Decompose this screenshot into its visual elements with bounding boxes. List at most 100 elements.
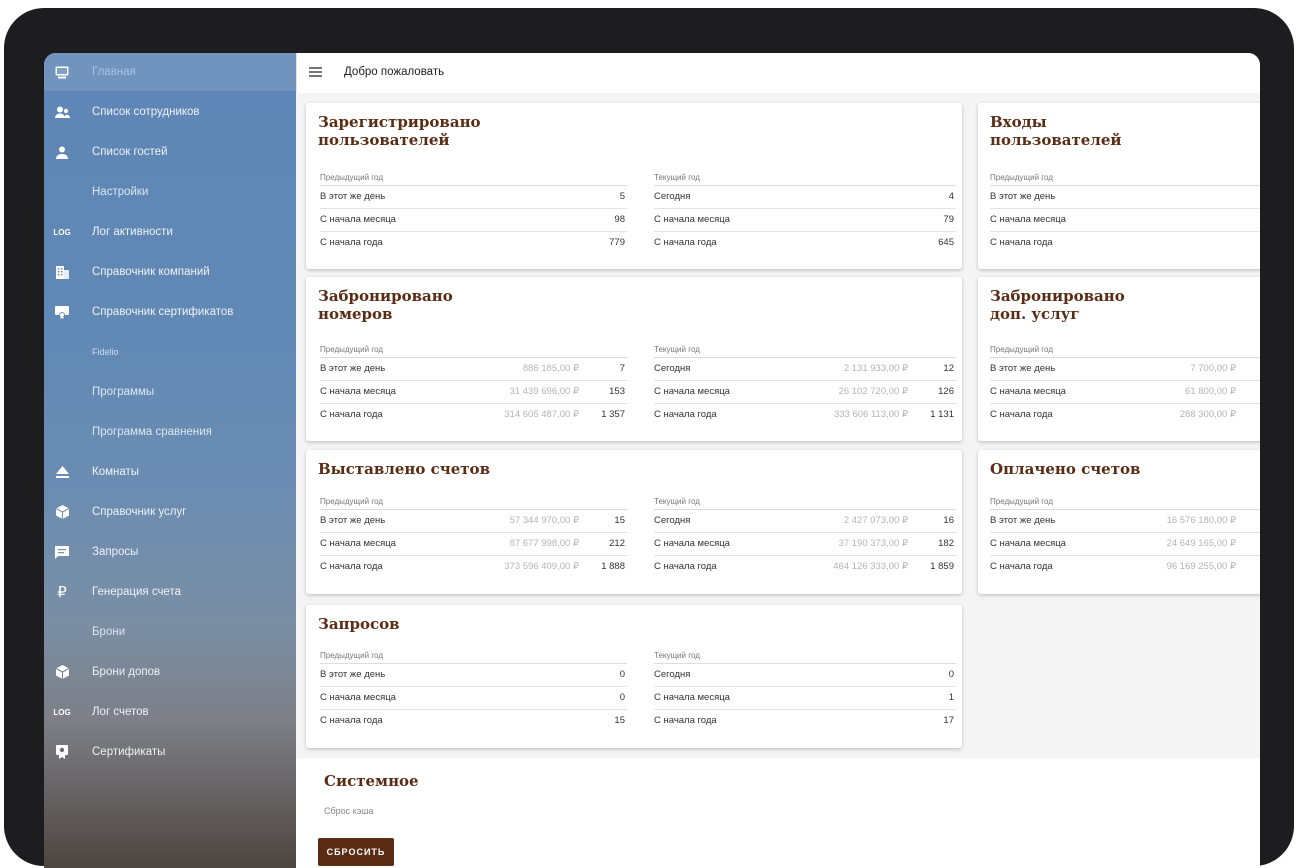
sidebar-item-comparison-program[interactable]: Программа сравнения — [44, 413, 296, 451]
stat-row: С начала года 645 — [654, 232, 956, 254]
stat-row: С начала месяца — [990, 209, 1260, 232]
sidebar-item-label: Список сотрудников — [92, 106, 200, 118]
sidebar-item-rooms[interactable]: Комнаты — [44, 453, 296, 491]
card-title: Зарегистрировано пользователей — [318, 113, 481, 149]
row-count: 182 — [938, 538, 954, 549]
row-count: 212 — [609, 538, 625, 549]
people-icon — [54, 104, 70, 120]
column-header: Предыдущий год — [990, 343, 1260, 358]
row-amount: 16 576 180,00 ₽ — [1166, 515, 1236, 526]
stat-row: С начала года — [990, 232, 1260, 254]
row-count: 1 131 — [930, 409, 954, 420]
menu-icon[interactable] — [309, 67, 322, 77]
stat-row: В этот же день 886 185,00 ₽ 7 — [320, 358, 627, 381]
column-header: Предыдущий год — [320, 649, 627, 664]
sidebar-item-certificates-directory[interactable]: Справочник сертификатов — [44, 293, 296, 331]
reset-cache-button[interactable]: СБРОСИТЬ — [318, 838, 394, 866]
stat-row: С начала года 96 169 255,00 ₽ — [990, 556, 1260, 578]
card-title: Оплачено счетов — [990, 460, 1140, 478]
row-count: 0 — [619, 692, 625, 703]
current-year-column: Текущий год Сегодня 2 427 073,00 ₽ 16 С на… — [654, 495, 956, 578]
invoices-paid-card: Оплачено счетов Предыдущий год В этот же… — [978, 450, 1260, 594]
row-label: С начала месяца — [320, 692, 396, 703]
sidebar-item-services[interactable]: Справочник услуг — [44, 493, 296, 531]
row-label: В этот же день — [990, 363, 1056, 374]
row-label: С начала года — [990, 561, 1053, 572]
log-icon: LOG — [53, 227, 71, 237]
sidebar-item-label: Настройки — [92, 186, 149, 198]
row-count: 98 — [614, 214, 625, 225]
column-header: Предыдущий год — [320, 171, 627, 186]
row-label: С начала месяца — [654, 214, 730, 225]
row-count: 0 — [619, 669, 625, 680]
tablet-frame: Главная Список сотрудников Список гостей… — [4, 8, 1294, 868]
row-count: 16 — [943, 515, 954, 526]
registered-users-card: Зарегистрировано пользователей Предыдущи… — [306, 103, 962, 269]
stat-row: С начала года 17 — [654, 710, 956, 732]
row-label: В этот же день — [320, 515, 386, 526]
sidebar-item-requests[interactable]: Запросы — [44, 533, 296, 571]
row-count: 4 — [948, 191, 954, 202]
row-count: 7 — [619, 363, 625, 374]
sidebar-item-invoice-generation[interactable]: ₽ Генерация счета — [44, 573, 296, 611]
ruble-icon: ₽ — [57, 584, 67, 601]
row-label: С начала месяца — [320, 538, 396, 549]
previous-year-column: Предыдущий год В этот же день 5 С начала … — [320, 171, 627, 254]
cube-icon — [54, 504, 70, 520]
sidebar-item-companies[interactable]: Справочник компаний — [44, 253, 296, 291]
row-label: С начала месяца — [990, 214, 1066, 225]
top-app-bar: Добро пожаловать — [296, 53, 1260, 93]
card-title-line: номеров — [318, 305, 393, 323]
row-count: 1 357 — [601, 409, 625, 420]
sidebar-item-label: Главная — [92, 66, 136, 78]
stat-row: С начала года 333 606 113,00 ₽ 1 131 — [654, 404, 956, 426]
row-count: 1 — [948, 692, 954, 703]
sidebar-item-label: Запросы — [92, 546, 139, 558]
sidebar-item-invoice-log[interactable]: LOG Лог счетов — [44, 693, 296, 731]
sidebar-item-label: Справочник услуг — [92, 506, 187, 518]
sidebar-item-label: Лог счетов — [92, 706, 149, 718]
row-amount: 333 606 113,00 ₽ — [833, 409, 908, 420]
sidebar-item-bookings[interactable]: Брони — [44, 613, 296, 651]
column-header: Предыдущий год — [320, 343, 627, 358]
column-header: Текущий год — [654, 343, 956, 358]
row-count: 1 888 — [601, 561, 625, 572]
row-label: С начала года — [654, 237, 717, 248]
sidebar: Главная Список сотрудников Список гостей… — [44, 53, 296, 868]
sidebar-item-home[interactable]: Главная — [44, 53, 296, 91]
row-label: С начала месяца — [320, 386, 396, 397]
sidebar-item-settings[interactable]: Настройки — [44, 173, 296, 211]
row-count: 779 — [609, 237, 625, 248]
card-title-line: Оплачено счетов — [990, 460, 1141, 478]
sidebar-item-certificates[interactable]: Сертификаты — [44, 733, 296, 771]
row-amount: 7 700,00 ₽ — [1190, 363, 1236, 374]
row-amount: 26 102 720,00 ₽ — [838, 386, 908, 397]
row-amount: 31 439 696,00 ₽ — [509, 386, 579, 397]
row-label: С начала года — [654, 561, 717, 572]
stat-row: Сегодня 2 427 073,00 ₽ 16 — [654, 510, 956, 533]
stat-row: С начала месяца 61 800,00 ₽ — [990, 381, 1260, 404]
page-background: Главная Список сотрудников Список гостей… — [0, 0, 1297, 868]
row-label: С начала месяца — [654, 692, 730, 703]
stat-row: С начала месяца 1 — [654, 687, 956, 710]
sidebar-item-activity-log[interactable]: LOG Лог активности — [44, 213, 296, 251]
row-label: С начала года — [990, 409, 1053, 420]
sidebar-item-programs[interactable]: Программы — [44, 373, 296, 411]
row-label: Сегодня — [654, 363, 691, 374]
row-amount: 2 131 933,00 ₽ — [843, 363, 908, 374]
sidebar-item-employees[interactable]: Список сотрудников — [44, 93, 296, 131]
stat-row: С начала года 464 126 333,00 ₽ 1 859 — [654, 556, 956, 578]
stat-row: С начала года 288 300,00 ₽ — [990, 404, 1260, 426]
row-count: 1 859 — [930, 561, 954, 572]
sidebar-item-extra-bookings[interactable]: Брони допов — [44, 653, 296, 691]
row-count: 12 — [943, 363, 954, 374]
sidebar-item-fidelio[interactable]: Fidelio — [44, 333, 296, 371]
row-count: 15 — [614, 715, 625, 726]
sidebar-item-guests[interactable]: Список гостей — [44, 133, 296, 171]
sidebar-item-label: Справочник компаний — [92, 266, 210, 278]
sidebar-item-label: Сертификаты — [92, 746, 166, 758]
stat-row: С начала года 373 596 409,00 ₽ 1 888 — [320, 556, 627, 578]
stat-row: С начала месяца 26 102 720,00 ₽ 126 — [654, 381, 956, 404]
user-logins-card: Входы пользователей Предыдущий год В это… — [978, 103, 1260, 269]
row-count: 645 — [938, 237, 954, 248]
